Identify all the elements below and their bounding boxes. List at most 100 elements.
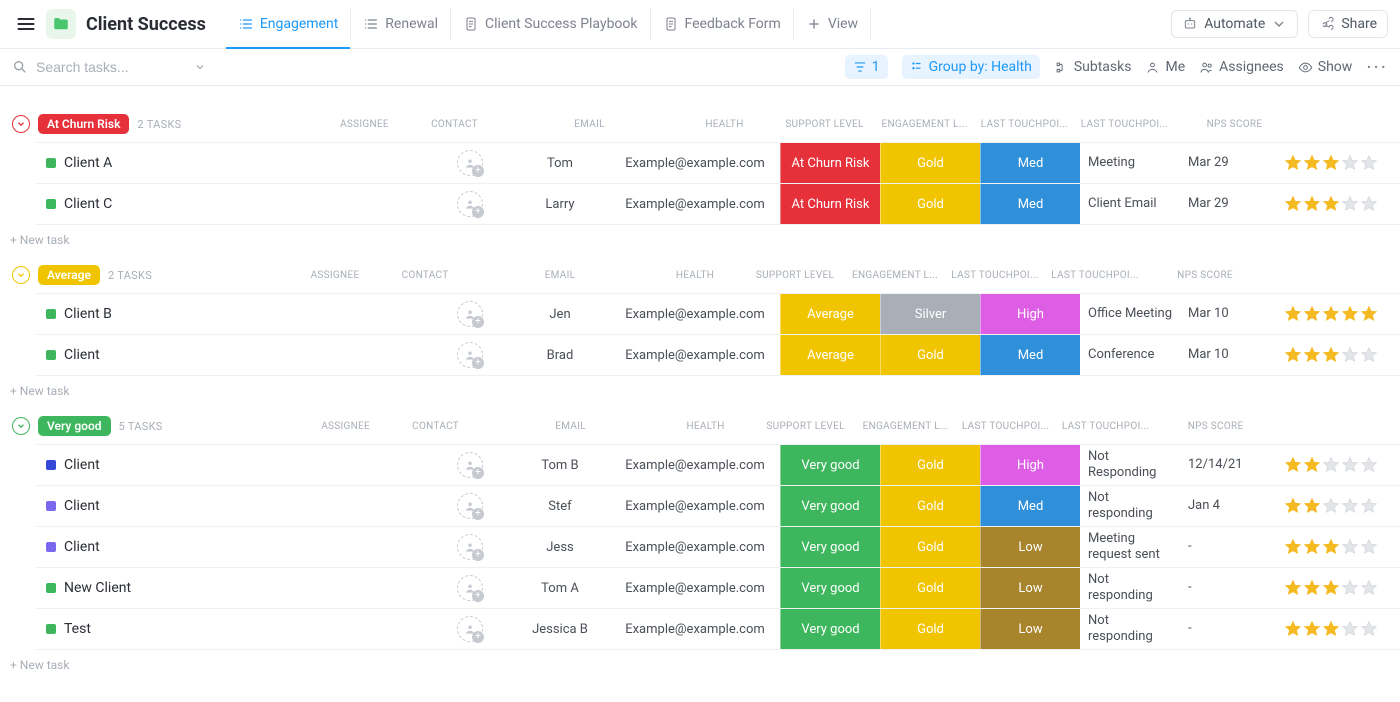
support-cell[interactable]: Silver — [880, 294, 980, 334]
engagement-cell[interactable]: Low — [980, 609, 1080, 649]
support-cell[interactable]: Gold — [880, 184, 980, 224]
status-dot[interactable] — [46, 624, 56, 634]
engagement-cell[interactable]: High — [980, 294, 1080, 334]
support-cell[interactable]: Gold — [880, 335, 980, 375]
assignee-cell[interactable] — [430, 150, 510, 176]
assignee-cell[interactable] — [430, 301, 510, 327]
tab-engagement[interactable]: Engagement — [226, 8, 351, 40]
table-row[interactable]: Client C Larry Example@example.com At Ch… — [36, 183, 1400, 225]
table-row[interactable]: New Client Tom A Example@example.com Ver… — [36, 567, 1400, 608]
tab-client-success-playbook[interactable]: Client Success Playbook — [451, 8, 650, 40]
task-name[interactable]: Client — [60, 539, 430, 555]
new-task-button[interactable]: + New task — [0, 376, 1400, 398]
automate-button[interactable]: Automate — [1171, 10, 1298, 38]
engagement-cell[interactable]: Med — [980, 335, 1080, 375]
new-task-button[interactable]: + New task — [0, 225, 1400, 247]
status-dot[interactable] — [46, 199, 56, 209]
nps-stars[interactable] — [1280, 305, 1400, 323]
group-badge[interactable]: Very good — [38, 416, 111, 436]
assignee-cell[interactable] — [430, 452, 510, 478]
assignee-cell[interactable] — [430, 191, 510, 217]
nps-stars[interactable] — [1280, 346, 1400, 364]
task-name[interactable]: Client — [60, 457, 430, 473]
nps-stars[interactable] — [1280, 497, 1400, 515]
task-name[interactable]: Test — [60, 621, 430, 637]
nps-stars[interactable] — [1280, 456, 1400, 474]
collapse-button[interactable] — [12, 417, 30, 435]
table-row[interactable]: Client B Jen Example@example.com Average… — [36, 293, 1400, 334]
nps-stars[interactable] — [1280, 195, 1400, 213]
status-dot[interactable] — [46, 309, 56, 319]
support-cell[interactable]: Gold — [880, 527, 980, 567]
share-button[interactable]: Share — [1308, 10, 1388, 38]
health-cell[interactable]: Very good — [780, 445, 880, 485]
support-cell[interactable]: Gold — [880, 143, 980, 183]
chevron-down-icon[interactable] — [194, 61, 206, 73]
table-row[interactable]: Client Jess Example@example.com Very goo… — [36, 526, 1400, 567]
table-row[interactable]: Client Stef Example@example.com Very goo… — [36, 485, 1400, 526]
table-row[interactable]: Client Tom B Example@example.com Very go… — [36, 444, 1400, 485]
more-button[interactable]: ··· — [1366, 55, 1388, 79]
engagement-cell[interactable]: Low — [980, 527, 1080, 567]
status-dot[interactable] — [46, 501, 56, 511]
search-input[interactable] — [36, 59, 186, 75]
group-badge[interactable]: At Churn Risk — [38, 114, 129, 134]
task-name[interactable]: Client A — [60, 155, 430, 171]
health-cell[interactable]: Very good — [780, 568, 880, 608]
health-cell[interactable]: At Churn Risk — [780, 143, 880, 183]
nps-stars[interactable] — [1280, 579, 1400, 597]
task-name[interactable]: Client — [60, 498, 430, 514]
new-task-button[interactable]: + New task — [0, 650, 1400, 672]
health-cell[interactable]: Average — [780, 335, 880, 375]
group-badge[interactable]: Average — [38, 265, 100, 285]
add-view-button[interactable]: View — [794, 8, 871, 40]
status-dot[interactable] — [46, 158, 56, 168]
nps-stars[interactable] — [1280, 154, 1400, 172]
tab-feedback-form[interactable]: Feedback Form — [651, 8, 794, 40]
task-name[interactable]: Client — [60, 347, 430, 363]
filter-button[interactable]: 1 — [845, 55, 888, 79]
status-dot[interactable] — [46, 350, 56, 360]
collapse-button[interactable] — [12, 115, 30, 133]
health-cell[interactable]: At Churn Risk — [780, 184, 880, 224]
nps-stars[interactable] — [1280, 620, 1400, 638]
collapse-button[interactable] — [12, 266, 30, 284]
table-row[interactable]: Client A Tom Example@example.com At Chur… — [36, 142, 1400, 183]
groupby-button[interactable]: Group by: Health — [902, 55, 1040, 79]
assignee-cell[interactable] — [430, 616, 510, 642]
subtasks-button[interactable]: Subtasks — [1054, 59, 1132, 75]
engagement-cell[interactable]: Low — [980, 568, 1080, 608]
assignee-cell[interactable] — [430, 575, 510, 601]
assignee-cell[interactable] — [430, 493, 510, 519]
show-button[interactable]: Show — [1298, 59, 1353, 75]
table-row[interactable]: Test Jessica B Example@example.com Very … — [36, 608, 1400, 650]
hamburger-button[interactable] — [12, 10, 40, 38]
status-dot[interactable] — [46, 460, 56, 470]
touchpoint-type-cell: Office Meeting — [1080, 306, 1180, 322]
me-button[interactable]: Me — [1145, 59, 1185, 75]
task-name[interactable]: Client B — [60, 306, 430, 322]
assignee-cell[interactable] — [430, 342, 510, 368]
task-name[interactable]: New Client — [60, 580, 430, 596]
tab-renewal[interactable]: Renewal — [351, 8, 451, 40]
support-cell[interactable]: Gold — [880, 568, 980, 608]
assignees-button[interactable]: Assignees — [1199, 59, 1284, 75]
status-dot[interactable] — [46, 542, 56, 552]
table-row[interactable]: Client Brad Example@example.com Average … — [36, 334, 1400, 376]
engagement-cell[interactable]: High — [980, 445, 1080, 485]
touchpoint-date-cell: Mar 10 — [1180, 347, 1280, 363]
support-cell[interactable]: Gold — [880, 445, 980, 485]
engagement-cell[interactable]: Med — [980, 184, 1080, 224]
health-cell[interactable]: Very good — [780, 609, 880, 649]
engagement-cell[interactable]: Med — [980, 143, 1080, 183]
nps-stars[interactable] — [1280, 538, 1400, 556]
health-cell[interactable]: Very good — [780, 486, 880, 526]
support-cell[interactable]: Gold — [880, 486, 980, 526]
health-cell[interactable]: Very good — [780, 527, 880, 567]
task-name[interactable]: Client C — [60, 196, 430, 212]
health-cell[interactable]: Average — [780, 294, 880, 334]
assignee-cell[interactable] — [430, 534, 510, 560]
support-cell[interactable]: Gold — [880, 609, 980, 649]
engagement-cell[interactable]: Med — [980, 486, 1080, 526]
status-dot[interactable] — [46, 583, 56, 593]
